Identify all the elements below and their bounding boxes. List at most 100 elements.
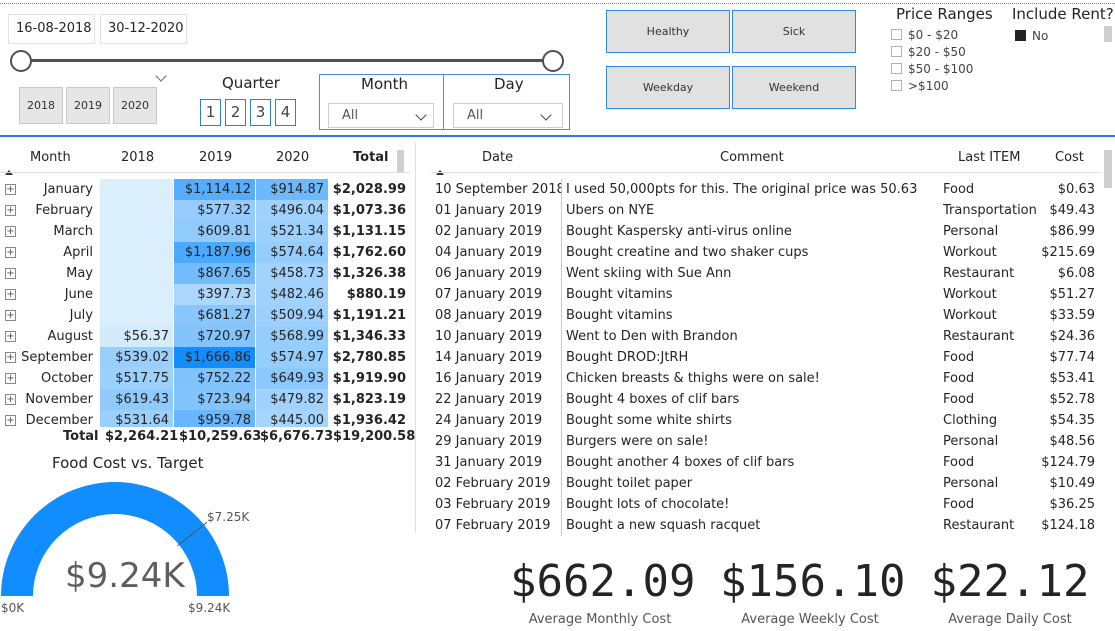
matrix-header-month[interactable]: Month (30, 150, 71, 170)
table-cell-date: 31 January 2019 (435, 455, 543, 470)
expand-icon[interactable]: + (5, 247, 16, 258)
checkbox-icon (891, 46, 902, 57)
matrix-cell-y2018: $619.43 (100, 389, 174, 410)
matrix-cell-y2018 (100, 200, 174, 221)
table-row[interactable]: 02 January 2019 Bought Kaspersky anti-vir… (431, 221, 1101, 242)
kpi-monthly-value: $662.09 (510, 556, 696, 607)
day-dropdown[interactable]: All (453, 103, 563, 128)
quarter-1-button[interactable]: 1 (200, 99, 221, 126)
column-separator (561, 305, 562, 326)
price-range-option[interactable]: >$100 (891, 79, 991, 96)
expand-icon[interactable]: + (5, 205, 16, 216)
expand-icon[interactable]: + (5, 310, 16, 321)
table-row[interactable]: 02 February 2019 Bought toilet paper Perso… (431, 473, 1101, 494)
matrix-cell-month: February (35, 203, 93, 218)
matrix-cell-total: $1,191.21 (332, 308, 406, 323)
quarter-4-button[interactable]: 4 (275, 99, 296, 126)
table-row[interactable]: 08 January 2019 Bought vitamins Workout $33… (431, 305, 1101, 326)
matrix-header-total[interactable]: Total (353, 150, 389, 170)
column-separator (561, 221, 562, 242)
table-row[interactable]: 24 January 2019 Bought some white shirts C… (431, 410, 1101, 431)
table-row[interactable]: 10 September 2018 I used 50,000pts for th… (431, 179, 1101, 200)
table-row[interactable]: 06 January 2019 Went skiing with Sue Ann R… (431, 263, 1101, 284)
matrix-cell-y2019: $1,187.96 (174, 242, 256, 263)
expand-icon[interactable]: + (5, 226, 16, 237)
expand-icon[interactable]: + (5, 268, 16, 279)
scrollbar[interactable] (1104, 26, 1112, 42)
table-row[interactable]: 22 January 2019 Bought 4 boxes of clif ba… (431, 389, 1101, 410)
price-ranges-title: Price Ranges (896, 5, 993, 23)
price-range-option[interactable]: $0 - $20 (891, 28, 991, 45)
matrix-cell-month: January (43, 182, 93, 197)
weekday-tile[interactable]: Weekday (606, 66, 730, 109)
table-row[interactable]: 16 January 2019 Chicken breasts & thighs … (431, 368, 1101, 389)
quarter-2-button[interactable]: 2 (225, 99, 246, 126)
table-header-date[interactable]: Date (482, 150, 513, 170)
matrix-cell-y2018: $531.64 (100, 410, 174, 427)
table-row[interactable]: 07 January 2019 Bought vitamins Workout $51… (431, 284, 1101, 305)
table-row[interactable]: 14 January 2019 Bought DROD:JtRH Food $77.7… (431, 347, 1101, 368)
date-range-track[interactable] (21, 59, 553, 62)
expand-icon[interactable]: + (5, 184, 16, 195)
chevron-down-icon (415, 109, 427, 121)
price-range-label: $50 - $100 (908, 62, 974, 76)
expand-icon[interactable]: + (5, 415, 16, 426)
matrix-cell-y2019: $577.32 (174, 200, 256, 221)
year-tile-2018[interactable]: 2018 (19, 87, 63, 124)
year-tile-2020[interactable]: 2020 (113, 87, 157, 124)
matrix-cell-y2019: $723.94 (174, 389, 256, 410)
table-row[interactable]: 01 January 2019 Ubers on NYE Transportatio… (431, 200, 1101, 221)
expand-icon[interactable]: + (5, 289, 16, 300)
table-scrollbar[interactable] (1104, 150, 1112, 188)
table-row[interactable]: 04 January 2019 Bought creatine and two s… (431, 242, 1101, 263)
month-dropdown[interactable]: All (328, 103, 434, 128)
column-separator (561, 326, 562, 347)
table-header-item[interactable]: Last ITEM (958, 150, 1020, 170)
table-row[interactable]: 07 February 2019 Bought a new squash racq… (431, 515, 1101, 536)
chevron-down-icon[interactable] (155, 70, 167, 82)
table-cell-date: 02 January 2019 (435, 224, 543, 239)
date-end-handle[interactable] (542, 50, 564, 72)
checkbox-icon (891, 29, 902, 40)
expand-icon[interactable]: + (5, 352, 16, 363)
matrix-cell-y2018 (100, 305, 174, 326)
matrix-header-2020[interactable]: 2020 (276, 150, 309, 170)
matrix-row: + March $609.81 $521.34 $1,131.15 (0, 221, 410, 242)
expand-icon[interactable]: + (5, 394, 16, 405)
table-header-comment[interactable]: Comment (720, 150, 784, 170)
matrix-header-2018[interactable]: 2018 (121, 150, 154, 170)
healthy-tile[interactable]: Healthy (606, 10, 730, 53)
table-row[interactable]: 29 January 2019 Burgers were on sale! Pers… (431, 431, 1101, 452)
matrix-header-2019[interactable]: 2019 (199, 150, 232, 170)
weekend-tile[interactable]: Weekend (732, 66, 856, 109)
price-range-option[interactable]: $50 - $100 (891, 62, 991, 79)
include-rent-option[interactable]: No (1015, 29, 1095, 46)
date-start-handle[interactable] (10, 50, 32, 72)
checkbox-icon (891, 63, 902, 74)
table-row[interactable]: 10 January 2019 Went to Den with Brandon R… (431, 326, 1101, 347)
table-row[interactable]: 31 January 2019 Bought another 4 boxes of… (431, 452, 1101, 473)
end-date-input[interactable]: 30-12-2020 (100, 14, 187, 44)
matrix-cell-month: November (25, 392, 93, 407)
table-cell-cost: $10.49 (1049, 476, 1096, 491)
table-cell-cost: $215.69 (1041, 245, 1095, 260)
matrix-row: + May $867.65 $458.73 $1,326.38 (0, 263, 410, 284)
sick-tile[interactable]: Sick (732, 10, 856, 53)
quarter-3-button[interactable]: 3 (250, 99, 271, 126)
matrix-cell-y2020: $458.73 (256, 263, 329, 284)
table-row[interactable]: 03 February 2019 Bought lots of chocolate… (431, 494, 1101, 515)
gauge-min-label: $0K (1, 601, 25, 615)
price-range-option[interactable]: $20 - $50 (891, 45, 991, 62)
matrix-cell-y2020: $574.97 (256, 347, 329, 368)
table-cell-comment: Bought creatine and two shaker cups (566, 245, 809, 260)
kpi-weekly-label: Average Weekly Cost (741, 612, 879, 627)
year-tile-2019[interactable]: 2019 (66, 87, 110, 124)
expand-icon[interactable]: + (5, 331, 16, 342)
table-cell-comment: Went to Den with Brandon (566, 329, 738, 344)
expand-icon[interactable]: + (5, 373, 16, 384)
kpi-monthly-label: Average Monthly Cost (528, 612, 672, 627)
matrix-cell-y2019: $1,114.12 (174, 179, 256, 200)
start-date-input[interactable]: 16-08-2018 (8, 14, 95, 44)
table-header-cost[interactable]: Cost (1055, 150, 1084, 170)
matrix-scrollbar[interactable] (397, 150, 404, 172)
